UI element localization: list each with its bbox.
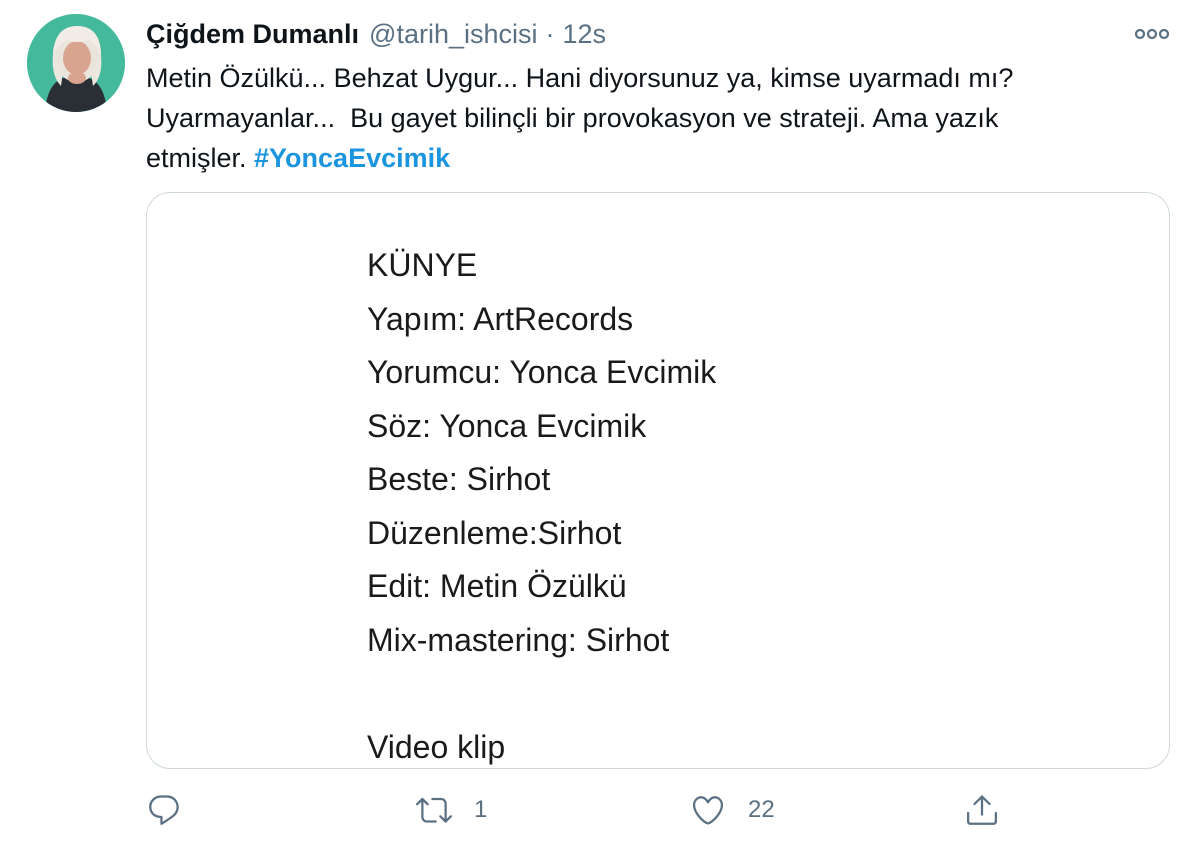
tweet: Çiğdem Dumanlı @tarih_ishcisi · 12s Meti…	[0, 0, 1200, 850]
credit-line: Yorumcu: Yonca Evcimik	[367, 354, 717, 390]
author-handle[interactable]: @tarih_ishcisi	[369, 19, 537, 50]
credits-text: KÜNYE Yapım: ArtRecords Yorumcu: Yonca E…	[367, 239, 717, 768]
credit-line: Düzenleme:Sirhot	[367, 514, 622, 551]
share-icon	[967, 795, 997, 825]
tweet-text: Metin Özülkü... Behzat Uygur... Hani diy…	[146, 58, 1156, 178]
credit-line-blank	[367, 667, 716, 721]
avatar[interactable]	[27, 14, 125, 112]
retweet-count: 1	[474, 796, 488, 823]
tweet-actions: 1 22	[0, 784, 1200, 836]
reply-button[interactable]	[146, 784, 204, 836]
retweet-button[interactable]: 1	[416, 784, 487, 836]
retweet-icon	[416, 797, 452, 823]
tweet-text-line: Uyarmayanlar... Bu gayet bilinçli bir pr…	[146, 103, 999, 133]
credit-line: Beste: Sirhot	[367, 461, 551, 497]
credit-line: KÜNYE	[367, 247, 478, 283]
credit-line: Video klip	[367, 728, 506, 765]
credit-line: Söz: Yonca Evcimik	[367, 407, 647, 444]
like-button[interactable]: 22	[690, 784, 775, 836]
tweet-text-segment: etmişler.	[146, 143, 255, 173]
credit-line: Mix-mastering: Sirhot	[367, 621, 670, 658]
author-name[interactable]: Çiğdem Dumanlı	[146, 19, 359, 50]
heart-icon	[692, 796, 724, 825]
timestamp[interactable]: 12s	[563, 19, 607, 50]
tweet-text-line: etmişler. #YoncaEvcimik	[146, 138, 1156, 178]
tweet-header: Çiğdem Dumanlı @tarih_ishcisi · 12s	[146, 16, 606, 52]
profile-photo-icon	[27, 14, 125, 112]
credit-line: Yapım: ArtRecords	[367, 300, 634, 337]
credit-line: Edit: Metin Özülkü	[367, 568, 627, 604]
hashtag-link[interactable]: #YoncaEvcimik	[254, 143, 450, 173]
separator-dot: ·	[545, 18, 555, 49]
media-image[interactable]: KÜNYE Yapım: ArtRecords Yorumcu: Yonca E…	[146, 192, 1170, 769]
more-options-icon[interactable]	[1132, 20, 1172, 48]
like-count: 22	[748, 796, 775, 823]
share-button[interactable]	[964, 784, 1022, 836]
tweet-text-line: Metin Özülkü... Behzat Uygur... Hani diy…	[146, 63, 1014, 93]
reply-icon	[149, 795, 179, 825]
